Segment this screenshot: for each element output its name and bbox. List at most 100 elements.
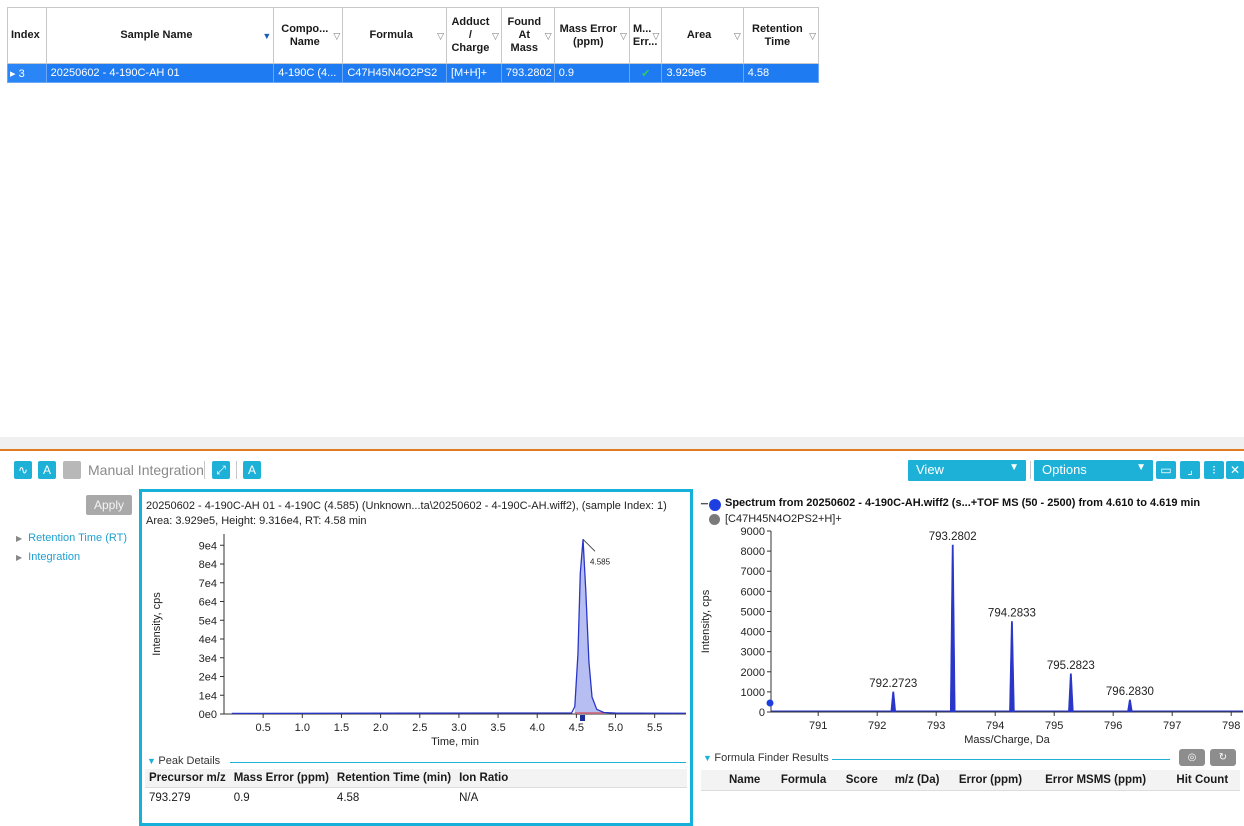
sample-name-cell[interactable]: 20250602 - 4-190C-AH 01: [45, 63, 275, 83]
x-tick-label: 4.5: [569, 722, 584, 734]
table-row: [701, 791, 1240, 815]
col-header-component-name[interactable]: Compo... Name ▽: [273, 7, 344, 64]
collapse-triangle-icon: ▼: [147, 756, 159, 766]
col-header-error[interactable]: Error (ppm): [949, 770, 1037, 791]
apply-button[interactable]: Apply: [86, 495, 132, 515]
tree-item-retention-time[interactable]: ▶ Retention Time (RT): [16, 532, 127, 544]
y-tick-label: 4e4: [199, 634, 217, 646]
x-tick-label: 5.5: [647, 722, 662, 734]
peak-details-table: Precursor m/z Mass Error (ppm) Retention…: [145, 769, 687, 808]
spectrum-title: Spectrum from 20250602 - 4-190C-AH.wiff2…: [725, 497, 1201, 509]
x-tick-label: 796: [1104, 720, 1122, 732]
peak-details-header[interactable]: ▼ Peak Details: [147, 755, 220, 767]
col-header-formula[interactable]: Formula: [771, 770, 837, 791]
y-axis-label: Intensity, cps: [700, 589, 712, 653]
formula-finder-header[interactable]: ▼ Formula Finder Results: [703, 752, 829, 764]
spectrum-plot[interactable]: 0 1000 2000 3000 4000 5000 6000 7000 8000 9000 791…: [697, 525, 1244, 747]
col-header-retention-time[interactable]: Retention Time (min): [332, 769, 456, 788]
filter-icon[interactable]: ▽: [437, 30, 444, 43]
view-dropdown[interactable]: View ▼: [908, 460, 1026, 481]
y-tick-label: 0e0: [199, 709, 217, 721]
close-icon[interactable]: ✕: [1226, 461, 1244, 479]
col-header-sample-name[interactable]: Sample Name ▼: [45, 7, 275, 64]
filter-icon[interactable]: ▽: [620, 30, 627, 43]
y-tick-label: 4000: [741, 627, 765, 639]
table-header-row: Precursor m/z Mass Error (ppm) Retention…: [145, 769, 687, 788]
mass-error-cell: 0.9: [233, 792, 250, 804]
col-header-score[interactable]: Score: [836, 770, 886, 791]
y-tick-label: 9000: [741, 526, 765, 538]
toolbar-divider: [236, 461, 237, 479]
zoom-fit-icon-button[interactable]: ⤢: [212, 461, 230, 479]
col-header-mass-error-flag[interactable]: M... Err... ▽: [628, 7, 663, 64]
restore-window-icon-button[interactable]: ▭: [1156, 461, 1176, 479]
chromatogram-pane[interactable]: 20250602 - 4-190C-AH 01 - 4-190C (4.585)…: [139, 489, 693, 826]
layout-grid-icon-button[interactable]: ⁝: [1204, 461, 1224, 479]
filter-icon[interactable]: ▽: [545, 30, 552, 43]
filter-icon[interactable]: ▼: [262, 30, 271, 43]
col-header-error-msms[interactable]: Error MSMS (ppm): [1036, 770, 1168, 791]
y-tick-label: 1000: [741, 687, 765, 699]
filter-icon[interactable]: ▽: [333, 30, 340, 43]
chevron-down-icon: ▼: [1009, 462, 1019, 473]
auto-peak-icon-button[interactable]: A: [38, 461, 56, 479]
filter-icon[interactable]: ▽: [653, 30, 660, 43]
y-tick-label: 6e4: [199, 597, 217, 609]
col-header-found-at-mass[interactable]: Found At Mass ▽: [500, 7, 555, 64]
options-dropdown[interactable]: Options ▼: [1034, 460, 1153, 481]
peak-icon-button[interactable]: ∿: [14, 461, 32, 479]
table-row[interactable]: ▸ 3 20250602 - 4-190C-AH 01 4-190C (4...…: [7, 63, 820, 83]
y-tick-label: 7000: [741, 566, 765, 578]
spectrum-pane[interactable]: ▁ Spectrum from 20250602 - 4-190C-AH.wif…: [697, 489, 1244, 826]
peak-mz-label: 796.2830: [1106, 686, 1154, 698]
settings-icon-button[interactable]: ◎: [1179, 749, 1205, 766]
row-index-cell[interactable]: ▸ 3: [7, 63, 47, 83]
col-header-adduct[interactable]: Adduct / Charge ▽: [446, 7, 502, 64]
col-header-mz[interactable]: m/z (Da): [885, 770, 950, 791]
col-header-ion-ratio[interactable]: Ion Ratio: [455, 769, 687, 788]
col-header-mass-error[interactable]: Mass Error (ppm) ▽: [553, 7, 630, 64]
section-divider: [230, 762, 686, 763]
component-name-cell[interactable]: 4-190C (4...: [273, 63, 344, 83]
spectrum-peak: [890, 691, 897, 713]
filter-icon[interactable]: ▽: [809, 30, 816, 43]
tree-item-integration[interactable]: ▶ Integration: [16, 551, 80, 563]
mass-error-cell[interactable]: 0.9: [553, 63, 630, 83]
col-header-area[interactable]: Area ▽: [661, 7, 744, 64]
x-tick-label: 2.5: [412, 722, 427, 734]
reference-formula: [C47H45N4O2PS2+H]+: [725, 513, 842, 525]
refresh-icon-button[interactable]: ↻: [1210, 749, 1236, 766]
col-header-hit-count[interactable]: Hit Count: [1167, 770, 1240, 791]
x-tick-label: 0.5: [256, 722, 271, 734]
col-header-formula[interactable]: Formula ▽: [342, 7, 447, 64]
table-row[interactable]: 793.279 0.9 4.58 N/A: [145, 788, 687, 809]
toolbar-divider: [1030, 461, 1031, 479]
col-header-mass-error[interactable]: Mass Error (ppm): [229, 769, 333, 788]
y-tick-label: 7e4: [199, 578, 217, 590]
formula-cell[interactable]: C47H45N4O2PS2: [342, 63, 447, 83]
manual-integration-checkbox[interactable]: [63, 461, 81, 479]
col-header-retention-time[interactable]: Retention Time ▽: [742, 7, 820, 64]
spectrum-peak: [1068, 673, 1074, 713]
col-header-name[interactable]: Name: [701, 770, 772, 791]
annotate-icon-button[interactable]: A: [243, 461, 261, 479]
dock-icon-button[interactable]: ⌟: [1180, 461, 1200, 479]
col-header-index[interactable]: Index: [7, 7, 47, 64]
found-at-mass-cell[interactable]: 793.2802: [500, 63, 555, 83]
col-header-precursor-mz[interactable]: Precursor m/z: [145, 769, 230, 788]
collapse-icon[interactable]: ▁: [701, 494, 708, 505]
chromatogram-plot[interactable]: 0e0 1e4 2e4 3e4 4e4 5e4 6e4 7e4 8e4 9e4 0.5 1.0 1.5 2…: [142, 528, 690, 750]
filter-icon[interactable]: ▽: [734, 30, 741, 43]
toolbar: ∿ A Manual Integration ⤢ A View ▼ Options…: [0, 453, 1244, 487]
retention-time-cell[interactable]: 4.58: [742, 63, 820, 83]
pane-splitter[interactable]: [0, 437, 1244, 451]
x-axis-label: Time, min: [431, 736, 479, 748]
peak-apex-label: 4.585: [590, 557, 611, 566]
area-cell[interactable]: 3.929e5: [661, 63, 744, 83]
x-tick-label: 2.0: [373, 722, 388, 734]
filter-icon[interactable]: ▽: [492, 30, 499, 43]
mass-error-ok-icon[interactable]: ✔: [628, 63, 663, 83]
chevron-down-icon: ▼: [1136, 462, 1146, 473]
adduct-cell[interactable]: [M+H]+: [446, 63, 502, 83]
y-tick-label: 9e4: [199, 540, 217, 552]
